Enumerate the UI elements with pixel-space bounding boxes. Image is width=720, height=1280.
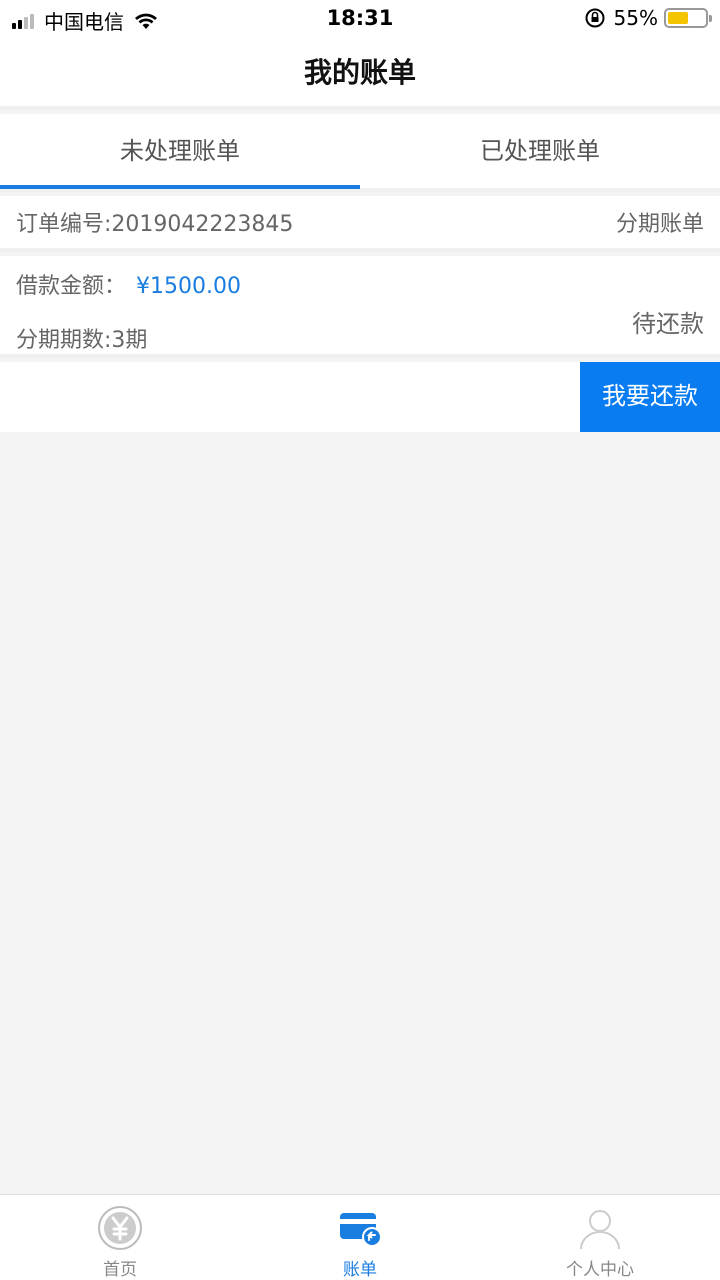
bottom-tab-profile-label: 个人中心 [566, 1260, 634, 1280]
bottom-tab-profile[interactable]: 个人中心 [480, 1195, 720, 1280]
rotation-lock-icon [585, 8, 605, 28]
repay-button[interactable]: 我要还款 [580, 362, 720, 432]
bottom-tab-bar: 首页 账单 个人中心 [0, 1194, 720, 1280]
page-title: 我的账单 [0, 36, 720, 110]
bottom-tab-bill[interactable]: 账单 [240, 1195, 480, 1280]
tab-processed-bills[interactable]: 已处理账单 [360, 114, 720, 188]
person-icon [580, 1210, 620, 1250]
order-header: 订单编号:2019042223845 分期账单 [0, 196, 720, 252]
battery-icon [664, 8, 712, 28]
order-detail[interactable]: 借款金额： ¥1500.00 分期期数:3期 待还款 [0, 256, 720, 358]
order-number: 订单编号:2019042223845 [16, 212, 294, 237]
battery-percent: 55% [613, 6, 658, 30]
status-bar: 中国电信 18:31 55% [0, 0, 720, 36]
repayment-status: 待还款 [632, 310, 704, 338]
order-actions: 我要还款 [0, 362, 720, 432]
bottom-tab-bill-label: 账单 [343, 1260, 377, 1280]
yen-icon [98, 1206, 142, 1250]
bottom-tab-home-label: 首页 [103, 1260, 137, 1280]
bill-type: 分期账单 [615, 212, 704, 237]
bill-tabs: 未处理账单 已处理账单 [0, 114, 720, 192]
bottom-tab-home[interactable]: 首页 [0, 1195, 240, 1280]
bill-card-icon [340, 1213, 382, 1247]
installment-periods: 分期期数:3期 [16, 328, 148, 353]
loan-amount-value: ¥1500.00 [136, 274, 241, 299]
tab-unprocessed-bills[interactable]: 未处理账单 [0, 114, 360, 189]
loan-amount-label: 借款金额： [16, 274, 127, 299]
